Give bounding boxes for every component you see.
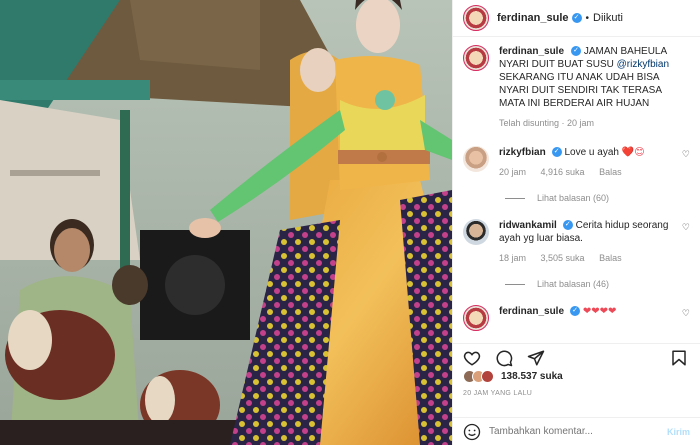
commenter-avatar[interactable] bbox=[463, 305, 489, 331]
verified-badge-icon: ✓ bbox=[562, 220, 573, 231]
comment-item: ferdinan_sule ✓ ❤❤❤❤ ♡ bbox=[463, 305, 690, 331]
comment-like-heart-icon[interactable]: ♡ bbox=[682, 308, 690, 319]
liker-avatar bbox=[481, 370, 494, 383]
liker-avatars bbox=[463, 370, 494, 383]
comment-likes[interactable]: 4,916 suka bbox=[541, 167, 585, 177]
comment-reply-button[interactable]: Balas bbox=[599, 167, 622, 177]
follow-status-button[interactable]: Diikuti bbox=[593, 12, 623, 24]
bookmark-icon[interactable] bbox=[670, 349, 690, 367]
post-actions-bar bbox=[453, 343, 700, 367]
post-photo[interactable] bbox=[0, 0, 452, 445]
comment-emoji: ❤❤❤❤ bbox=[582, 306, 617, 317]
verified-badge-icon: ✓ bbox=[551, 147, 562, 158]
comment-likes[interactable]: 3,505 suka bbox=[541, 253, 585, 263]
share-paper-plane-icon[interactable] bbox=[527, 349, 547, 367]
comment-text: Love u ayah bbox=[564, 147, 619, 158]
comment-emoji: ❤️😊 bbox=[621, 147, 645, 158]
comment-like-heart-icon[interactable]: ♡ bbox=[682, 149, 690, 160]
view-replies-label: Lihat balasan (60) bbox=[537, 193, 610, 203]
view-replies-label: Lihat balasan (46) bbox=[537, 279, 610, 289]
caption-username[interactable]: ferdinan_sule bbox=[499, 46, 564, 57]
verified-badge-icon: ✓ bbox=[571, 46, 582, 57]
post-caption: ferdinan_sule ✓ JAMAN BAHEULA NYARI DUIT … bbox=[463, 45, 690, 130]
comment-composer: Kirim bbox=[453, 417, 700, 445]
replies-divider bbox=[505, 283, 525, 285]
likes-summary[interactable]: 138.537 suka bbox=[463, 370, 563, 383]
like-heart-icon[interactable] bbox=[463, 349, 483, 367]
author-avatar[interactable] bbox=[463, 5, 489, 31]
verified-badge-icon: ✓ bbox=[570, 306, 581, 317]
comment-input[interactable] bbox=[489, 426, 639, 437]
comment-username[interactable]: ferdinan_sule bbox=[499, 306, 564, 317]
post-comment-button[interactable]: Kirim bbox=[667, 427, 690, 437]
replies-divider bbox=[505, 197, 525, 199]
caption-avatar[interactable] bbox=[463, 45, 489, 71]
comment-bubble-icon[interactable] bbox=[495, 349, 515, 367]
post-date: 20 JAM YANG LALU bbox=[463, 390, 533, 397]
post-image bbox=[0, 0, 452, 445]
commenter-avatar[interactable] bbox=[463, 219, 489, 245]
comments-list[interactable]: ferdinan_sule ✓ JAMAN BAHEULA NYARI DUIT … bbox=[453, 37, 700, 343]
comment-username[interactable]: ridwankamil bbox=[499, 220, 557, 231]
view-replies-button[interactable]: Lihat balasan (46) bbox=[505, 279, 690, 289]
post-side-panel: ferdinan_sule ✓ • Diikuti ferdinan_sule ✓… bbox=[452, 0, 700, 445]
comment-reply-button[interactable]: Balas bbox=[599, 253, 622, 263]
separator-dot: • bbox=[585, 12, 590, 24]
view-replies-button[interactable]: Lihat balasan (60) bbox=[505, 193, 690, 203]
comment-meta: 20 jam 4,916 suka Balas bbox=[499, 166, 677, 179]
author-username[interactable]: ferdinan_sule bbox=[497, 12, 569, 24]
caption-meta: Telah disunting · 20 jam bbox=[499, 118, 595, 128]
commenter-avatar[interactable] bbox=[463, 146, 489, 172]
comment-item: rizkyfbian ✓ Love u ayah ❤️😊 20 jam 4,916… bbox=[463, 146, 690, 179]
comment-meta: 18 jam 3,505 suka Balas bbox=[499, 252, 677, 265]
verified-badge-icon: ✓ bbox=[571, 13, 582, 23]
emoji-smiley-icon[interactable] bbox=[463, 423, 481, 441]
caption-text-continued: SEKARANG ITU ANAK UDAH BISA NYARI DUIT S… bbox=[499, 72, 662, 109]
comment-item: ridwankamil ✓ Cerita hidup seorang ayah y… bbox=[463, 219, 690, 265]
caption-mention-link[interactable]: @rizkyfbian bbox=[617, 59, 669, 70]
comment-time: 20 jam bbox=[499, 167, 527, 177]
comment-like-heart-icon[interactable]: ♡ bbox=[682, 222, 690, 233]
post-header: ferdinan_sule ✓ • Diikuti bbox=[453, 0, 700, 37]
comment-username[interactable]: rizkyfbian bbox=[499, 147, 546, 158]
likes-count: 138.537 suka bbox=[501, 371, 563, 382]
comment-time: 18 jam bbox=[499, 253, 527, 263]
